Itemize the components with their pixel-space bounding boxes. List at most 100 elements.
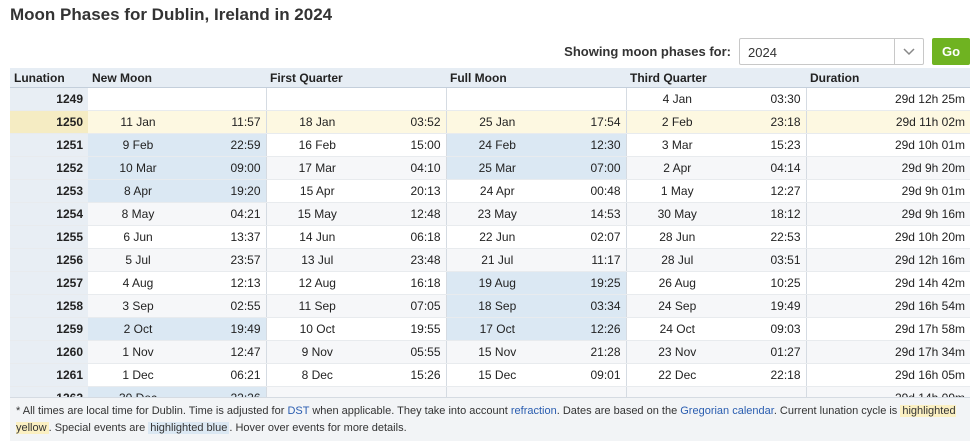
full-moon-time[interactable]: 17:54 bbox=[548, 110, 626, 134]
third-quarter-time[interactable]: 15:23 bbox=[728, 133, 806, 157]
full-moon-date[interactable]: 17 Oct bbox=[445, 317, 548, 341]
third-quarter-time[interactable]: 22:53 bbox=[728, 225, 806, 249]
first-quarter-date[interactable]: 9 Nov bbox=[265, 340, 368, 364]
first-quarter-date[interactable]: 17 Mar bbox=[265, 156, 368, 180]
dst-link[interactable]: DST bbox=[287, 405, 309, 417]
first-quarter-time[interactable]: 23:48 bbox=[368, 248, 446, 272]
full-moon-time[interactable]: 03:34 bbox=[548, 294, 626, 318]
full-moon-date[interactable]: 22 Jun bbox=[445, 225, 548, 249]
first-quarter-time[interactable]: 20:13 bbox=[368, 179, 446, 203]
third-quarter-time[interactable]: 18:12 bbox=[728, 202, 806, 226]
first-quarter-date[interactable]: 15 Apr bbox=[265, 179, 368, 203]
full-moon-time[interactable]: 09:01 bbox=[548, 363, 626, 387]
full-moon-time[interactable]: 00:48 bbox=[548, 179, 626, 203]
third-quarter-date[interactable]: 4 Jan bbox=[625, 87, 728, 111]
new-moon-time[interactable]: 06:21 bbox=[188, 363, 266, 387]
new-moon-time[interactable]: 23:57 bbox=[188, 248, 266, 272]
full-moon-date[interactable]: 18 Sep bbox=[445, 294, 548, 318]
full-moon-date[interactable]: 23 May bbox=[445, 202, 548, 226]
third-quarter-date[interactable]: 2 Feb bbox=[625, 110, 728, 134]
go-button[interactable]: Go bbox=[932, 38, 970, 65]
first-quarter-time[interactable]: 15:26 bbox=[368, 363, 446, 387]
third-quarter-date[interactable]: 22 Dec bbox=[625, 363, 728, 387]
third-quarter-time[interactable]: 22:18 bbox=[728, 363, 806, 387]
third-quarter-time[interactable]: 19:49 bbox=[728, 294, 806, 318]
third-quarter-time[interactable]: 23:18 bbox=[728, 110, 806, 134]
full-moon-time[interactable]: 19:25 bbox=[548, 271, 626, 295]
third-quarter-date[interactable]: 30 May bbox=[625, 202, 728, 226]
new-moon-time[interactable]: 12:47 bbox=[188, 340, 266, 364]
new-moon-time[interactable]: 04:21 bbox=[188, 202, 266, 226]
full-moon-date[interactable]: 25 Jan bbox=[445, 110, 548, 134]
first-quarter-date[interactable]: 14 Jun bbox=[265, 225, 368, 249]
full-moon-date[interactable]: 15 Nov bbox=[445, 340, 548, 364]
full-moon-time[interactable]: 21:28 bbox=[548, 340, 626, 364]
new-moon-time[interactable]: 22:59 bbox=[188, 133, 266, 157]
first-quarter-date[interactable]: 11 Sep bbox=[265, 294, 368, 318]
full-moon-date[interactable]: 24 Feb bbox=[445, 133, 548, 157]
new-moon-date[interactable]: 5 Jul bbox=[88, 248, 188, 272]
third-quarter-date[interactable]: 23 Nov bbox=[625, 340, 728, 364]
third-quarter-time[interactable]: 12:27 bbox=[728, 179, 806, 203]
full-moon-time[interactable]: 02:07 bbox=[548, 225, 626, 249]
full-moon-date[interactable]: 24 Apr bbox=[445, 179, 548, 203]
first-quarter-time[interactable]: 15:00 bbox=[368, 133, 446, 157]
new-moon-date[interactable]: 2 Oct bbox=[88, 317, 188, 341]
third-quarter-date[interactable]: 24 Oct bbox=[625, 317, 728, 341]
third-quarter-time[interactable]: 03:51 bbox=[728, 248, 806, 272]
third-quarter-date[interactable]: 28 Jul bbox=[625, 248, 728, 272]
first-quarter-time[interactable]: 07:05 bbox=[368, 294, 446, 318]
third-quarter-date[interactable]: 2 Apr bbox=[625, 156, 728, 180]
new-moon-date[interactable]: 1 Nov bbox=[88, 340, 188, 364]
gregorian-calendar-link[interactable]: Gregorian calendar bbox=[680, 405, 774, 417]
first-quarter-date[interactable]: 15 May bbox=[265, 202, 368, 226]
first-quarter-time[interactable]: 19:55 bbox=[368, 317, 446, 341]
new-moon-time[interactable]: 12:13 bbox=[188, 271, 266, 295]
first-quarter-date[interactable]: 13 Jul bbox=[265, 248, 368, 272]
first-quarter-date[interactable]: 12 Aug bbox=[265, 271, 368, 295]
third-quarter-time[interactable]: 10:25 bbox=[728, 271, 806, 295]
third-quarter-date[interactable]: 24 Sep bbox=[625, 294, 728, 318]
first-quarter-time[interactable]: 12:48 bbox=[368, 202, 446, 226]
full-moon-time[interactable]: 14:53 bbox=[548, 202, 626, 226]
full-moon-date[interactable]: 15 Dec bbox=[445, 363, 548, 387]
full-moon-date[interactable]: 19 Aug bbox=[445, 271, 548, 295]
third-quarter-time[interactable]: 01:27 bbox=[728, 340, 806, 364]
new-moon-date[interactable]: 3 Sep bbox=[88, 294, 188, 318]
full-moon-time[interactable]: 12:26 bbox=[548, 317, 626, 341]
third-quarter-time[interactable]: 03:30 bbox=[728, 87, 806, 111]
full-moon-date[interactable]: 21 Jul bbox=[445, 248, 548, 272]
new-moon-time[interactable]: 09:00 bbox=[188, 156, 266, 180]
third-quarter-date[interactable]: 3 Mar bbox=[625, 133, 728, 157]
new-moon-date[interactable]: 6 Jun bbox=[88, 225, 188, 249]
new-moon-date[interactable]: 4 Aug bbox=[88, 271, 188, 295]
first-quarter-date[interactable]: 18 Jan bbox=[265, 110, 368, 134]
new-moon-time[interactable]: 11:57 bbox=[188, 110, 266, 134]
first-quarter-time[interactable]: 04:10 bbox=[368, 156, 446, 180]
new-moon-time[interactable]: 02:55 bbox=[188, 294, 266, 318]
new-moon-date[interactable]: 11 Jan bbox=[88, 110, 188, 134]
first-quarter-time[interactable]: 06:18 bbox=[368, 225, 446, 249]
third-quarter-time[interactable]: 09:03 bbox=[728, 317, 806, 341]
first-quarter-date[interactable]: 16 Feb bbox=[265, 133, 368, 157]
new-moon-date[interactable]: 8 Apr bbox=[88, 179, 188, 203]
third-quarter-date[interactable]: 1 May bbox=[625, 179, 728, 203]
third-quarter-date[interactable]: 26 Aug bbox=[625, 271, 728, 295]
new-moon-date[interactable]: 1 Dec bbox=[88, 363, 188, 387]
year-select[interactable]: 2024 bbox=[739, 38, 924, 65]
third-quarter-date[interactable]: 28 Jun bbox=[625, 225, 728, 249]
full-moon-time[interactable]: 11:17 bbox=[548, 248, 626, 272]
new-moon-date[interactable]: 10 Mar bbox=[88, 156, 188, 180]
new-moon-date[interactable]: 8 May bbox=[88, 202, 188, 226]
new-moon-date[interactable]: 9 Feb bbox=[88, 133, 188, 157]
first-quarter-date[interactable]: 10 Oct bbox=[265, 317, 368, 341]
first-quarter-time[interactable]: 03:52 bbox=[368, 110, 446, 134]
full-moon-time[interactable]: 07:00 bbox=[548, 156, 626, 180]
new-moon-time[interactable]: 13:37 bbox=[188, 225, 266, 249]
first-quarter-time[interactable]: 16:18 bbox=[368, 271, 446, 295]
first-quarter-time[interactable]: 05:55 bbox=[368, 340, 446, 364]
third-quarter-time[interactable]: 04:14 bbox=[728, 156, 806, 180]
full-moon-date[interactable]: 25 Mar bbox=[445, 156, 548, 180]
new-moon-time[interactable]: 19:20 bbox=[188, 179, 266, 203]
chevron-down-icon[interactable] bbox=[894, 39, 923, 64]
